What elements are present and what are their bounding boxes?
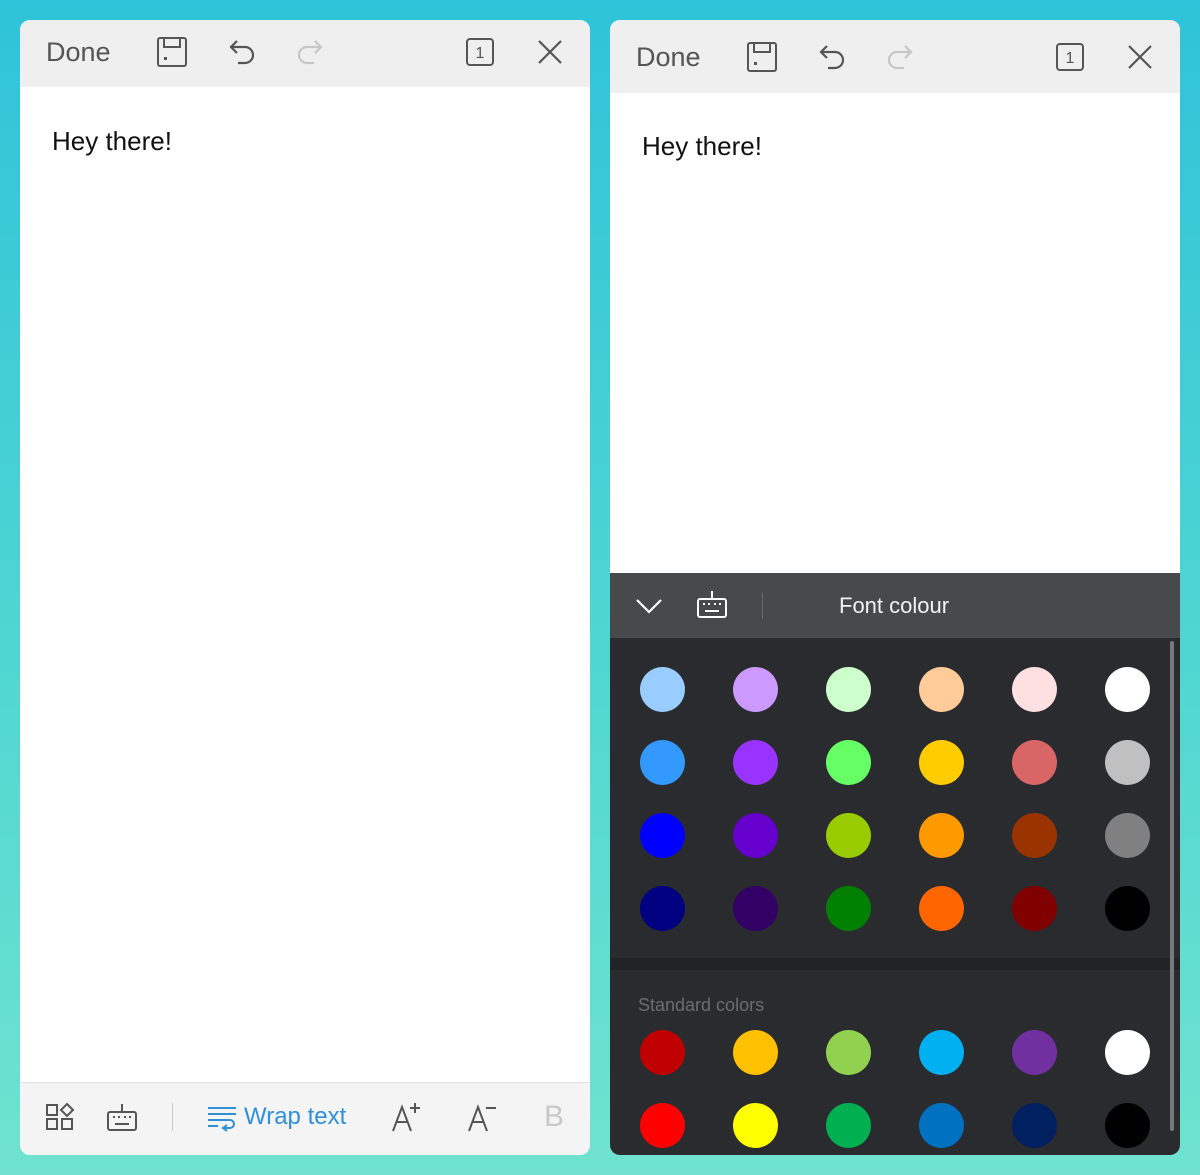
bold-button[interactable]: B	[544, 1101, 576, 1133]
scrollbar[interactable]	[1170, 641, 1174, 1131]
colour-swatch[interactable]	[640, 886, 685, 931]
close-icon[interactable]	[1123, 40, 1157, 74]
sheet-title: Font colour	[839, 593, 950, 618]
insert-shapes-icon[interactable]	[44, 1101, 76, 1133]
colour-swatch[interactable]	[640, 813, 685, 858]
top-toolbar: Done 1	[20, 20, 590, 87]
standard-colour-swatch[interactable]	[919, 1030, 964, 1075]
chevron-down-icon[interactable]	[632, 589, 666, 623]
top-toolbar: Done 1	[610, 20, 1180, 93]
colour-swatch[interactable]	[733, 740, 778, 785]
page-count-icon[interactable]: 1	[463, 35, 497, 69]
colour-swatch[interactable]	[640, 740, 685, 785]
colour-swatch[interactable]	[1012, 813, 1057, 858]
standard-colour-swatch[interactable]	[640, 1030, 685, 1075]
standard-colour-swatch[interactable]	[640, 1103, 685, 1148]
colour-swatch[interactable]	[1105, 813, 1150, 858]
bottom-toolbar: Wrap text B	[20, 1082, 590, 1155]
toolbar-divider	[172, 1103, 173, 1131]
wrap-text-button[interactable]: Wrap text	[244, 1103, 346, 1131]
colour-swatch[interactable]	[733, 813, 778, 858]
document-text[interactable]: Hey there!	[52, 126, 172, 157]
save-icon[interactable]	[155, 35, 189, 69]
standard-colour-swatch[interactable]	[1105, 1103, 1150, 1148]
decrease-font-size-icon[interactable]	[466, 1101, 498, 1133]
colour-swatch[interactable]	[733, 667, 778, 712]
undo-icon[interactable]	[224, 35, 258, 69]
header-divider	[762, 593, 763, 619]
colour-swatch[interactable]	[826, 886, 871, 931]
page-number: 1	[476, 45, 485, 62]
save-icon[interactable]	[745, 40, 779, 74]
standard-colour-swatch[interactable]	[733, 1103, 778, 1148]
colour-swatch[interactable]	[919, 813, 964, 858]
standard-colour-swatch[interactable]	[733, 1030, 778, 1075]
colour-swatch[interactable]	[919, 740, 964, 785]
close-icon[interactable]	[533, 35, 567, 69]
right-editor-window: Done 1 Hey there! Font colour Standard c…	[610, 20, 1180, 1155]
done-button[interactable]: Done	[46, 37, 111, 68]
standard-colors-label: Standard colors	[638, 995, 765, 1015]
sheet-header: Font colour	[610, 573, 1180, 638]
standard-colour-swatch[interactable]	[1012, 1030, 1057, 1075]
standard-colour-swatch[interactable]	[1012, 1103, 1057, 1148]
colour-swatch[interactable]	[1105, 740, 1150, 785]
left-editor-window: Done 1 Hey there! Wrap text B	[20, 20, 590, 1155]
standard-colour-swatch[interactable]	[919, 1103, 964, 1148]
font-colour-sheet: Font colour Standard colors	[610, 573, 1180, 1155]
colour-swatch[interactable]	[1105, 886, 1150, 931]
redo-icon[interactable]	[884, 40, 918, 74]
colour-swatch[interactable]	[1012, 740, 1057, 785]
standard-colour-swatch[interactable]	[826, 1103, 871, 1148]
keyboard-icon[interactable]	[695, 588, 729, 622]
colour-swatch[interactable]	[1012, 667, 1057, 712]
keyboard-icon[interactable]	[106, 1101, 138, 1133]
page-number: 1	[1066, 50, 1075, 67]
section-divider	[610, 958, 1180, 970]
colour-swatch[interactable]	[1105, 667, 1150, 712]
page-count-icon[interactable]: 1	[1053, 40, 1087, 74]
redo-icon[interactable]	[294, 35, 328, 69]
document-text[interactable]: Hey there!	[642, 131, 762, 162]
standard-colour-swatch[interactable]	[826, 1030, 871, 1075]
colour-swatch[interactable]	[919, 667, 964, 712]
wrap-text-icon[interactable]	[206, 1101, 238, 1133]
increase-font-size-icon[interactable]	[390, 1101, 422, 1133]
standard-colour-swatch[interactable]	[1105, 1030, 1150, 1075]
done-button[interactable]: Done	[636, 42, 701, 73]
colour-swatch[interactable]	[826, 740, 871, 785]
undo-icon[interactable]	[814, 40, 848, 74]
colour-swatch[interactable]	[1012, 886, 1057, 931]
colour-swatch[interactable]	[826, 813, 871, 858]
colour-swatch[interactable]	[733, 886, 778, 931]
colour-swatch[interactable]	[826, 667, 871, 712]
colour-swatch[interactable]	[640, 667, 685, 712]
colour-swatch[interactable]	[919, 886, 964, 931]
